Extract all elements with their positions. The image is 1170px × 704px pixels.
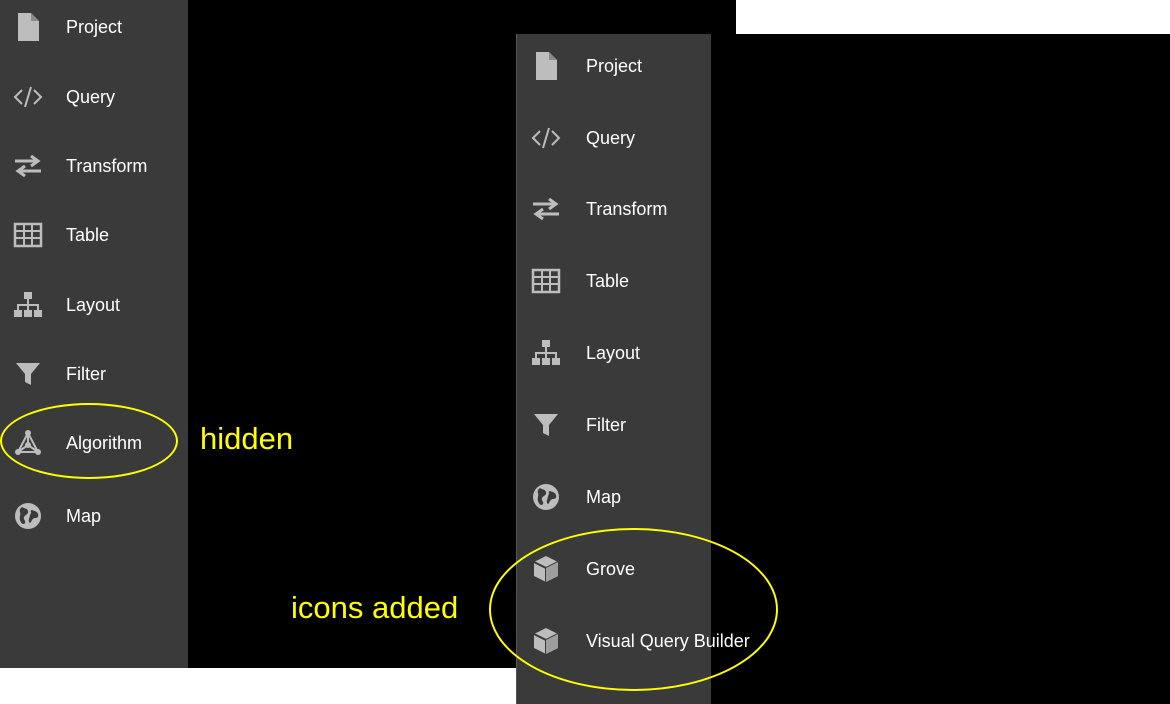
sidebar-item-label: Map xyxy=(586,486,622,507)
sidebar-item-filter[interactable]: Filter xyxy=(517,405,711,445)
sidebar-item-grove[interactable]: Grove xyxy=(517,549,711,589)
sidebar-item-label: Layout xyxy=(586,342,641,363)
sidebar-item-transform[interactable]: Transform xyxy=(0,146,188,186)
sidebar-item-query[interactable]: Query xyxy=(0,77,188,117)
sidebar-item-visual-query-builder[interactable]: Visual Query Builder xyxy=(517,621,750,661)
globe-icon xyxy=(531,482,561,512)
sidebar-item-layout[interactable]: Layout xyxy=(0,285,188,325)
cube-icon xyxy=(531,554,561,584)
annotation-hidden-text: hidden xyxy=(200,421,294,456)
sidebar-item-label: Layout xyxy=(66,294,121,315)
sidebar-item-label: Filter xyxy=(586,414,626,435)
network-icon xyxy=(13,428,43,458)
table-icon xyxy=(531,266,561,296)
transfer-arrows-icon xyxy=(531,194,561,224)
sidebar-item-label: Query xyxy=(586,127,636,148)
file-icon xyxy=(13,12,43,42)
globe-icon xyxy=(13,501,43,531)
transfer-arrows-icon xyxy=(13,151,43,181)
sidebar-item-label: Transform xyxy=(66,155,148,176)
sidebar-item-label: Project xyxy=(586,55,643,76)
sidebar-item-transform[interactable]: Transform xyxy=(517,189,711,229)
sidebar-item-label: Table xyxy=(66,224,110,245)
sidebar-item-label: Visual Query Builder xyxy=(586,630,750,651)
code-icon xyxy=(531,123,561,153)
sidebar-item-label: Map xyxy=(66,505,102,526)
sidebar-item-algorithm[interactable]: Algorithm xyxy=(0,423,188,463)
sidebar-item-project[interactable]: Project xyxy=(517,46,711,86)
annotation-icons-added-text: icons added xyxy=(291,590,459,625)
sidebar-item-label: Project xyxy=(66,16,123,37)
sidebar-item-label: Transform xyxy=(586,198,668,219)
file-icon xyxy=(531,51,561,81)
sidebar-item-label: Query xyxy=(66,86,116,107)
cube-icon xyxy=(531,626,561,656)
sidebar-after: Project Query Transform Table Layout Fil… xyxy=(516,34,750,704)
sidebar-item-filter[interactable]: Filter xyxy=(0,354,188,394)
sidebar-item-layout[interactable]: Layout xyxy=(517,333,711,373)
sidebar-before: Project Query Transform Table Layout Fil… xyxy=(0,0,188,668)
filter-icon xyxy=(531,410,561,440)
sidebar-item-label: Filter xyxy=(66,363,106,384)
sidebar-item-project[interactable]: Project xyxy=(0,7,188,47)
sidebar-item-table[interactable]: Table xyxy=(517,261,711,301)
sidebar-item-query[interactable]: Query xyxy=(517,118,711,158)
table-icon xyxy=(13,220,43,250)
sidebar-item-label: Table xyxy=(586,270,630,291)
code-icon xyxy=(13,82,43,112)
hierarchy-icon xyxy=(531,338,561,368)
sidebar-item-map[interactable]: Map xyxy=(517,477,711,517)
sidebar-item-map[interactable]: Map xyxy=(0,496,188,536)
sidebar-item-label: Algorithm xyxy=(66,432,143,453)
sidebar-item-table[interactable]: Table xyxy=(0,215,188,255)
filter-icon xyxy=(13,359,43,389)
hierarchy-icon xyxy=(13,290,43,320)
sidebar-item-label: Grove xyxy=(586,558,636,579)
